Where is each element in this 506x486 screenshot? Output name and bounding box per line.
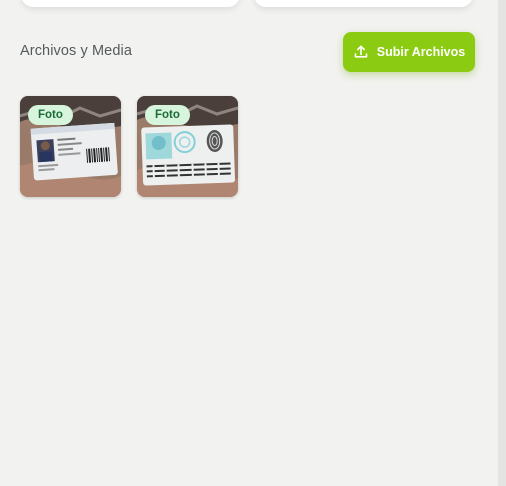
- upload-icon: [354, 45, 368, 58]
- summary-card-left: [21, 0, 240, 7]
- upload-files-label: Subir Archivos: [376, 45, 466, 59]
- file-type-badge: Foto: [28, 105, 73, 125]
- page-scrollbar[interactable]: [498, 0, 506, 486]
- section-title: Archivos y Media: [20, 43, 132, 59]
- file-thumbnail-id-back[interactable]: Foto: [137, 96, 238, 197]
- file-thumbnail-id-front[interactable]: Foto: [20, 96, 121, 197]
- summary-card-right: [254, 0, 473, 7]
- upload-files-button[interactable]: Subir Archivos: [343, 32, 475, 72]
- file-type-badge: Foto: [145, 105, 190, 125]
- files-media-panel: Archivos y Media Subir Archivos Foto Fot…: [0, 0, 498, 486]
